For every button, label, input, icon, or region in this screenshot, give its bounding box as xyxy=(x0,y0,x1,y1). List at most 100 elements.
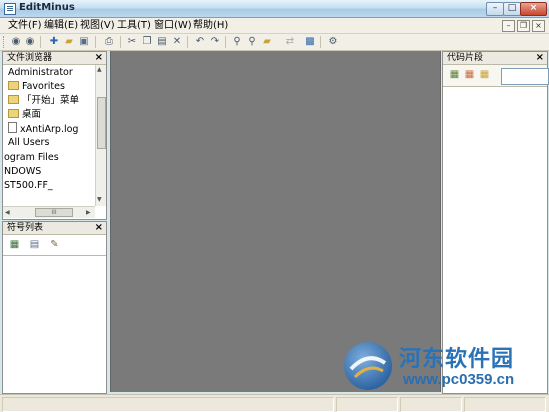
help-book-icon[interactable]: ▩ xyxy=(304,36,316,48)
symbol-options-icon[interactable]: ✎ xyxy=(49,239,60,250)
status-cell xyxy=(400,397,462,412)
symbol-list-panel: 符号列表 × ▦ ▤ ✎ xyxy=(2,221,107,394)
app-window: EditMinus – □ × 文件(F) 编辑(E) 视图(V) 工具(T) … xyxy=(0,0,549,412)
add-snippet-icon[interactable]: ▦ xyxy=(449,69,460,80)
file-browser-close-icon[interactable]: × xyxy=(95,52,103,64)
code-snippets-header: 代码片段 × xyxy=(443,52,547,65)
edit-snippet-icon[interactable]: ▦ xyxy=(464,69,475,80)
menu-bar: 文件(F) 编辑(E) 视图(V) 工具(T) 窗口(W) 帮助(H) – ❐ × xyxy=(0,18,549,34)
menu-file[interactable]: 文件(F) xyxy=(8,19,42,32)
file-browser-panel: 文件浏览器 × Administrator Favorites 「开始」菜单 桌… xyxy=(2,51,107,220)
toolbar-grip[interactable] xyxy=(3,36,7,48)
file-tree-item[interactable]: ogram Files xyxy=(4,151,59,164)
copy-icon[interactable]: ❐ xyxy=(141,36,153,48)
toolbar-separator xyxy=(95,36,96,48)
symbol-list-header: 符号列表 × xyxy=(3,222,106,235)
menu-view[interactable]: 视图(V) xyxy=(80,19,115,32)
file-tree-horizontal-scrollbar[interactable]: ◀ III ▶ xyxy=(3,206,95,218)
menu-edit[interactable]: 编辑(E) xyxy=(44,19,78,32)
refresh-symbols-icon[interactable]: ▦ xyxy=(9,239,20,250)
code-snippets-close-icon[interactable]: × xyxy=(536,52,544,64)
menu-help[interactable]: 帮助(H) xyxy=(193,19,228,32)
replace-icon[interactable]: ⇄ xyxy=(284,36,296,48)
file-tree-item[interactable]: 「开始」菜单 xyxy=(8,94,79,107)
title-bar[interactable]: EditMinus – □ × xyxy=(0,0,549,18)
watermark-title: 河东软件园 xyxy=(399,346,515,372)
find-in-files-icon[interactable]: ▰ xyxy=(261,36,273,48)
file-tree-item[interactable]: ST500.FF_ xyxy=(4,179,53,192)
redo-icon[interactable]: ↷ xyxy=(209,36,221,48)
file-tree-item-label: ogram Files xyxy=(4,152,59,163)
toolbar-separator xyxy=(320,36,321,48)
cut-icon[interactable]: ✂ xyxy=(126,36,138,48)
file-tree-item[interactable]: xAntiArp.log xyxy=(8,122,78,135)
file-tree-item[interactable]: Favorites xyxy=(8,80,65,93)
folder-icon xyxy=(8,81,19,90)
toolbar-separator xyxy=(40,36,41,48)
new-file-icon[interactable]: ✚ xyxy=(48,36,60,48)
toolbar-separator xyxy=(225,36,226,48)
menu-tools[interactable]: 工具(T) xyxy=(117,19,151,32)
print-icon[interactable]: ⎙ xyxy=(103,36,115,48)
toolbar: ◉ ◉ ✚ ▰ ▣ ⎙ ✂ ❐ ▤ ✕ ↶ ↷ ⚲ ⚲ ▰ ⇄ ▩ ⚙ xyxy=(0,34,549,51)
file-tree-vertical-scrollbar[interactable]: ▲ ▼ xyxy=(95,65,106,206)
file-tree-item-label: Administrator xyxy=(8,67,73,78)
settings-gear-icon[interactable]: ⚙ xyxy=(327,36,339,48)
file-tree-item[interactable]: All Users xyxy=(8,136,49,149)
maximize-button[interactable]: □ xyxy=(503,2,521,16)
file-tree-item-label: ST500.FF_ xyxy=(4,180,53,191)
watermark: 河东软件园 www.pc0359.cn xyxy=(341,335,546,397)
symbol-list-title: 符号列表 xyxy=(7,223,44,233)
file-tree-item[interactable]: Administrator xyxy=(8,66,73,79)
file-tree-item[interactable]: 桌面 xyxy=(8,108,41,121)
minimize-button[interactable]: – xyxy=(486,2,504,16)
scrollbar-thumb[interactable] xyxy=(97,97,106,149)
sort-symbols-icon[interactable]: ▤ xyxy=(29,239,40,250)
status-cell-main xyxy=(2,397,334,412)
scroll-left-icon[interactable]: ◀ xyxy=(5,209,10,216)
status-cell xyxy=(336,397,398,412)
close-button[interactable]: × xyxy=(520,2,547,16)
file-tree-item-label: NDOWS xyxy=(4,166,42,177)
file-tree-item[interactable]: NDOWS xyxy=(4,165,41,178)
file-browser-title: 文件浏览器 xyxy=(7,53,53,63)
status-cell xyxy=(464,397,546,412)
forward-icon[interactable]: ◉ xyxy=(24,36,36,48)
symbol-list-close-icon[interactable]: × xyxy=(95,222,103,234)
document-window-controls: – ❐ × xyxy=(500,20,545,32)
folder-icon xyxy=(8,95,19,104)
menu-window[interactable]: 窗口(W) xyxy=(154,19,192,32)
scrollbar-thumb[interactable]: III xyxy=(35,208,73,217)
back-icon[interactable]: ◉ xyxy=(10,36,22,48)
paste-icon[interactable]: ▤ xyxy=(156,36,168,48)
scroll-down-icon[interactable]: ▼ xyxy=(97,196,102,203)
file-tree-item-label: All Users xyxy=(8,137,50,148)
file-tree-item-label: 「开始」菜单 xyxy=(22,95,80,106)
code-snippets-toolbar: ▦ ▦ ▦ xyxy=(443,65,549,87)
app-icon xyxy=(4,3,16,15)
scroll-up-icon[interactable]: ▲ xyxy=(97,66,102,73)
watermark-url: www.pc0359.cn xyxy=(403,371,515,388)
code-snippets-title: 代码片段 xyxy=(447,53,484,63)
snippet-search-input[interactable] xyxy=(501,68,549,85)
open-folder-icon[interactable]: ▰ xyxy=(63,36,75,48)
file-tree-item-label: Favorites xyxy=(22,81,65,92)
file-tree-item-label: xAntiArp.log xyxy=(20,124,79,135)
scroll-right-icon[interactable]: ▶ xyxy=(86,209,91,216)
doc-restore-icon[interactable]: ❐ xyxy=(517,20,530,32)
window-title: EditMinus xyxy=(19,2,75,13)
watermark-logo-icon xyxy=(344,342,392,390)
folder-icon xyxy=(8,109,19,118)
symbol-list-toolbar: ▦ ▤ ✎ xyxy=(3,235,106,256)
find-icon[interactable]: ⚲ xyxy=(231,36,243,48)
doc-minimize-icon[interactable]: – xyxy=(502,20,515,32)
file-tree: Administrator Favorites 「开始」菜单 桌面 xAntiA… xyxy=(3,65,95,206)
save-icon[interactable]: ▣ xyxy=(78,36,90,48)
toolbar-separator xyxy=(187,36,188,48)
delete-snippet-icon[interactable]: ▦ xyxy=(479,69,490,80)
find-next-icon[interactable]: ⚲ xyxy=(246,36,258,48)
file-tree-item-label: 桌面 xyxy=(22,109,42,120)
undo-icon[interactable]: ↶ xyxy=(194,36,206,48)
doc-close-icon[interactable]: × xyxy=(532,20,545,32)
delete-icon[interactable]: ✕ xyxy=(171,36,183,48)
